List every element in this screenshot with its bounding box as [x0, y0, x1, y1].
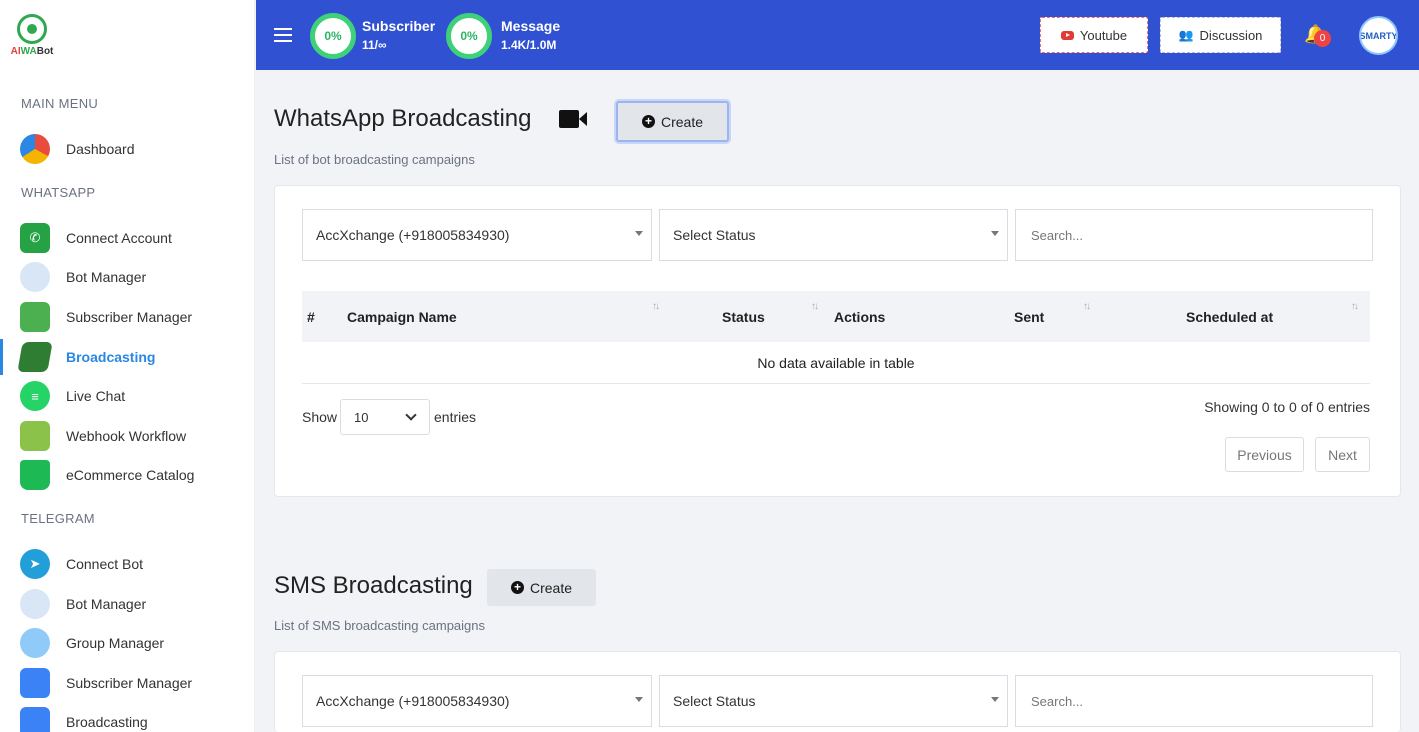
phone-book-icon	[20, 302, 50, 332]
caret-down-icon	[991, 231, 999, 236]
sidebar-item-telegram-broadcasting[interactable]: Broadcasting	[0, 704, 254, 732]
telegram-icon: ➤	[20, 549, 50, 579]
sms-section-title: SMS Broadcasting	[274, 572, 473, 599]
caret-down-icon	[635, 697, 643, 702]
subscriber-gauge: 0%	[310, 13, 356, 59]
whatsapp-icon: ✆	[20, 223, 50, 253]
shopping-bag-icon	[20, 460, 50, 490]
sidebar-item-ecommerce-catalog[interactable]: eCommerce Catalog	[0, 457, 254, 493]
sidebar-item-live-chat[interactable]: ≡ Live Chat	[0, 378, 254, 414]
megaphone-icon	[17, 342, 53, 372]
message-stat: Message 1.4K/1.0M	[501, 18, 561, 52]
search-input[interactable]	[1015, 209, 1373, 261]
avatar[interactable]: SMARTY	[1359, 16, 1398, 55]
sms-create-button[interactable]: + Create	[487, 569, 596, 606]
discussion-button[interactable]: 👥 Discussion	[1160, 17, 1281, 53]
next-page-button[interactable]: Next	[1315, 437, 1370, 472]
previous-page-button[interactable]: Previous	[1225, 437, 1304, 472]
page-title: WhatsApp Broadcasting	[274, 105, 532, 132]
megaphone-icon	[20, 707, 50, 732]
robot-logo-icon	[17, 14, 47, 44]
sort-icon[interactable]: ↑↓	[1083, 301, 1091, 312]
sms-subtitle: List of SMS broadcasting campaigns	[274, 618, 485, 633]
caret-down-icon	[635, 231, 643, 236]
sidebar-item-webhook-workflow[interactable]: Webhook Workflow	[0, 418, 254, 454]
sidebar-item-telegram-bot-manager[interactable]: Bot Manager	[0, 586, 254, 622]
sort-icon[interactable]: ↑↓	[1351, 301, 1359, 312]
sms-campaigns-card: AccXchange (+918005834930) Select Status	[274, 651, 1401, 732]
sidebar-item-group-manager[interactable]: Group Manager	[0, 625, 254, 661]
plus-circle-icon: +	[510, 581, 524, 594]
plus-circle-icon: +	[641, 115, 655, 128]
entries-per-page-select[interactable]: 10	[340, 399, 430, 435]
whatsapp-subtitle: List of bot broadcasting campaigns	[274, 152, 475, 167]
users-icon: 👥	[1178, 28, 1194, 42]
account-select[interactable]: AccXchange (+918005834930)	[302, 209, 652, 261]
sidebar-item-dashboard[interactable]: Dashboard	[0, 131, 254, 167]
sort-icon[interactable]: ↑↓	[652, 301, 660, 312]
section-title-main-menu: MAIN MENU	[21, 96, 99, 111]
column-header-index[interactable]: #	[307, 291, 315, 342]
table-info: Showing 0 to 0 of 0 entries	[1204, 399, 1370, 415]
message-gauge: 0%	[446, 13, 492, 59]
group-icon	[20, 628, 50, 658]
sidebar-item-bot-manager[interactable]: Bot Manager	[0, 259, 254, 295]
chat-icon: ≡	[20, 381, 50, 411]
section-title-telegram: TELEGRAM	[21, 511, 95, 526]
robot-icon	[20, 589, 50, 619]
speedometer-icon	[20, 134, 50, 164]
status-select[interactable]: Select Status	[659, 209, 1008, 261]
caret-down-icon	[991, 697, 999, 702]
sidebar-item-subscriber-manager[interactable]: Subscriber Manager	[0, 299, 254, 335]
sidebar-item-connect-bot[interactable]: ➤ Connect Bot	[0, 546, 254, 582]
youtube-icon	[1060, 30, 1074, 40]
column-header-status[interactable]: Status	[722, 291, 765, 342]
empty-table-message: No data available in table	[302, 342, 1370, 384]
top-header: 0% Subscriber 11/∞ 0% Message 1.4K/1.0M …	[256, 0, 1419, 70]
video-icon[interactable]	[559, 110, 587, 128]
youtube-button[interactable]: Youtube	[1040, 17, 1148, 53]
logo[interactable]: AIWABot	[10, 14, 54, 62]
notification-badge: 0	[1314, 30, 1331, 47]
sidebar-item-telegram-subscriber-manager[interactable]: Subscriber Manager	[0, 665, 254, 701]
whatsapp-campaigns-card: AccXchange (+918005834930) Select Status…	[274, 185, 1401, 497]
phone-book-icon	[20, 668, 50, 698]
chevron-down-icon	[405, 409, 417, 421]
sidebar: AIWABot MAIN MENU Dashboard WHATSAPP ✆ C…	[0, 0, 255, 732]
sidebar-item-connect-account[interactable]: ✆ Connect Account	[0, 220, 254, 256]
entries-label: entries	[434, 409, 477, 425]
sms-status-select[interactable]: Select Status	[659, 675, 1008, 727]
whatsapp-create-button[interactable]: + Create	[616, 101, 729, 142]
section-title-whatsapp: WHATSAPP	[21, 185, 96, 200]
column-header-sent[interactable]: Sent	[1014, 291, 1044, 342]
hamburger-menu-icon[interactable]	[274, 28, 292, 42]
column-header-actions: Actions	[834, 308, 886, 325]
subscriber-stat: Subscriber 11/∞	[362, 18, 436, 52]
sms-search-input[interactable]	[1015, 675, 1373, 727]
table-header: # Campaign Name ↑↓ Status ↑↓ Actions Sen…	[302, 291, 1370, 342]
sidebar-item-broadcasting[interactable]: Broadcasting	[0, 339, 254, 375]
show-label: Show	[302, 409, 338, 425]
sort-icon[interactable]: ↑↓	[811, 301, 819, 312]
webhook-icon	[20, 421, 50, 451]
robot-icon	[20, 262, 50, 292]
sms-account-select[interactable]: AccXchange (+918005834930)	[302, 675, 652, 727]
column-header-campaign-name[interactable]: Campaign Name	[347, 291, 457, 342]
column-header-scheduled-at[interactable]: Scheduled at	[1186, 291, 1273, 342]
